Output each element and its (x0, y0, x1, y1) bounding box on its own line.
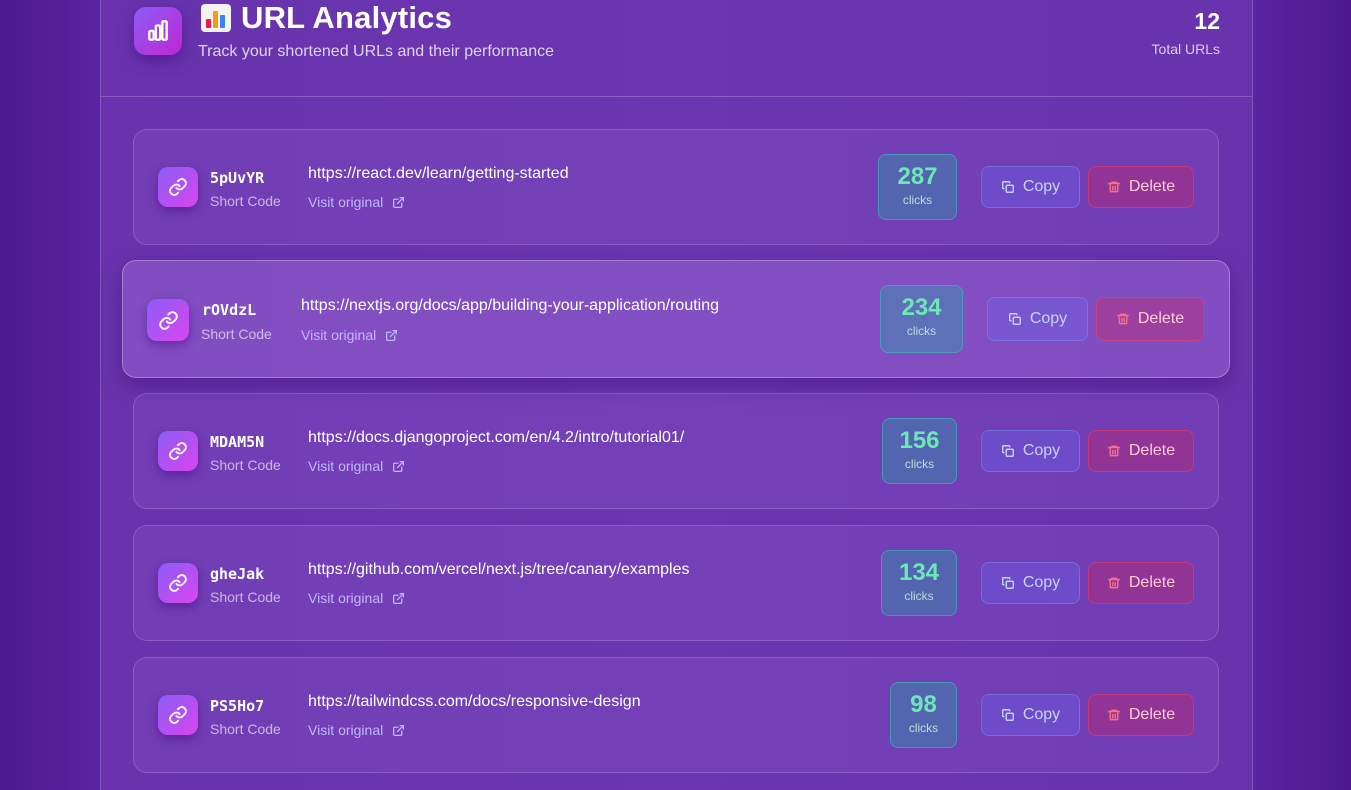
copy-label: Copy (1022, 574, 1061, 591)
click-count-badge: 98 clicks (890, 682, 957, 748)
copy-icon (1001, 445, 1014, 457)
copy-button[interactable]: Copy (981, 694, 1080, 736)
short-code: MDAM5N (210, 433, 265, 451)
click-count-badge: 156 clicks (882, 418, 957, 484)
original-url: https://docs.djangoproject.com/en/4.2/in… (308, 429, 685, 446)
link-icon (158, 167, 198, 207)
delete-button[interactable]: Delete (1088, 562, 1194, 604)
copy-label: Copy (1022, 178, 1061, 195)
total-urls-label: Total URLs (1151, 41, 1220, 57)
copy-label: Copy (1029, 310, 1068, 327)
visit-original-label: Visit original (308, 194, 384, 210)
visit-original-label: Visit original (308, 722, 384, 738)
click-count-badge: 287 clicks (878, 154, 957, 220)
delete-button[interactable]: Delete (1088, 430, 1194, 472)
visit-original-link[interactable]: Visit original (301, 327, 398, 343)
short-code: rOVdzL (202, 301, 257, 319)
visit-original-label: Visit original (308, 458, 384, 474)
total-urls-count: 12 (1194, 8, 1220, 34)
trash-icon (1107, 181, 1120, 193)
delete-label: Delete (1137, 310, 1185, 327)
short-code: PS5Ho7 (210, 697, 265, 715)
delete-label: Delete (1128, 574, 1176, 591)
original-url: https://tailwindcss.com/docs/responsive-… (308, 693, 641, 710)
visit-original-link[interactable]: Visit original (308, 590, 405, 606)
visit-original-link[interactable]: Visit original (308, 722, 405, 738)
delete-label: Delete (1128, 706, 1176, 723)
link-icon (158, 695, 198, 735)
copy-label: Copy (1022, 442, 1061, 459)
copy-button[interactable]: Copy (981, 562, 1080, 604)
bar-chart-emoji-icon (201, 4, 231, 32)
link-icon (147, 299, 189, 341)
visit-original-link[interactable]: Visit original (308, 458, 405, 474)
page-subtitle: Track your shortened URLs and their perf… (198, 43, 555, 60)
short-code-label: Short Code (210, 589, 281, 605)
original-url: https://nextjs.org/docs/app/building-you… (301, 297, 720, 314)
copy-icon (1001, 181, 1014, 193)
copy-button[interactable]: Copy (987, 297, 1088, 341)
short-code-label: Short Code (210, 193, 281, 209)
trash-icon (1107, 445, 1120, 457)
short-code-label: Short Code (201, 326, 272, 342)
clicks-label: clicks (902, 193, 933, 207)
trash-icon (1116, 313, 1129, 325)
short-code: gheJak (210, 565, 265, 583)
click-count: 156 (899, 427, 940, 454)
click-count: 287 (897, 163, 938, 190)
trash-icon (1107, 709, 1120, 721)
copy-icon (1001, 709, 1014, 721)
click-count-badge: 234 clicks (880, 285, 963, 353)
url-card: PS5Ho7 Short Code https://tailwindcss.co… (133, 657, 1219, 773)
analytics-icon (134, 7, 182, 55)
delete-button[interactable]: Delete (1088, 166, 1194, 208)
delete-label: Delete (1128, 178, 1176, 195)
copy-button[interactable]: Copy (981, 166, 1080, 208)
external-link-icon (393, 460, 405, 472)
link-icon (158, 563, 198, 603)
clicks-label: clicks (908, 721, 939, 735)
trash-icon (1107, 577, 1120, 589)
external-link-icon (393, 724, 405, 736)
delete-button[interactable]: Delete (1096, 297, 1204, 341)
copy-button[interactable]: Copy (981, 430, 1080, 472)
click-count-badge: 134 clicks (881, 550, 957, 616)
page-title: URL Analytics (201, 0, 452, 36)
clicks-label: clicks (904, 589, 934, 603)
visit-original-label: Visit original (301, 327, 377, 343)
header: URL Analytics Track your shortened URLs … (101, 0, 1252, 97)
copy-icon (1001, 577, 1014, 589)
visit-original-label: Visit original (308, 590, 384, 606)
url-card: 5pUvYR Short Code https://react.dev/lear… (133, 129, 1219, 245)
external-link-icon (393, 196, 405, 208)
copy-icon (1008, 313, 1021, 325)
original-url: https://react.dev/learn/getting-started (308, 165, 569, 182)
external-link-icon (386, 329, 398, 341)
url-card: MDAM5N Short Code https://docs.djangopro… (133, 393, 1219, 509)
short-code-label: Short Code (210, 721, 281, 737)
url-card: gheJak Short Code https://github.com/ver… (133, 525, 1219, 641)
external-link-icon (393, 592, 405, 604)
click-count: 134 (898, 559, 940, 586)
click-count: 234 (901, 294, 942, 321)
delete-label: Delete (1128, 442, 1176, 459)
delete-button[interactable]: Delete (1088, 694, 1194, 736)
link-icon (158, 431, 198, 471)
visit-original-link[interactable]: Visit original (308, 194, 405, 210)
short-code: 5pUvYR (210, 169, 265, 187)
click-count: 98 (910, 691, 937, 718)
clicks-label: clicks (904, 457, 935, 471)
clicks-label: clicks (906, 324, 937, 338)
page-title-text: URL Analytics (241, 0, 453, 35)
short-code-label: Short Code (210, 457, 281, 473)
copy-label: Copy (1022, 706, 1061, 723)
url-card: rOVdzL Short Code https://nextjs.org/doc… (122, 260, 1230, 378)
original-url: https://github.com/vercel/next.js/tree/c… (308, 561, 690, 578)
